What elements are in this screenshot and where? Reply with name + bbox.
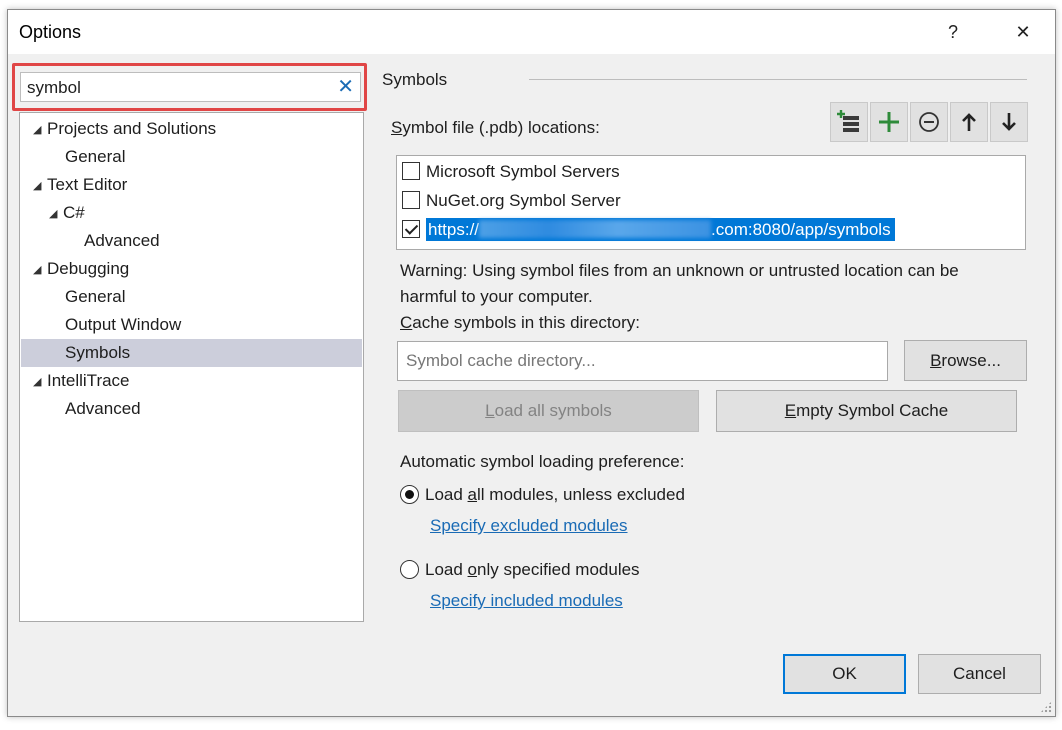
specify-included-link[interactable]: Specify included modules <box>430 591 623 611</box>
browse-button[interactable]: Browse... <box>904 340 1027 381</box>
auto-loading-label: Automatic symbol loading preference: <box>400 452 685 471</box>
tree-item-symbols[interactable]: Symbols <box>21 339 362 367</box>
add-symbol-server-button[interactable] <box>830 102 868 142</box>
search-input[interactable] <box>27 77 327 99</box>
search-box[interactable]: ✕ <box>20 72 361 102</box>
arrow-up-icon <box>962 113 976 131</box>
expand-triangle-icon[interactable]: ◢ <box>33 368 47 396</box>
add-server-icon <box>837 110 859 132</box>
expand-triangle-icon[interactable]: ◢ <box>49 200 63 228</box>
window-title: Options <box>19 22 82 42</box>
selected-location: https://.com:8080/app/symbols <box>426 218 895 241</box>
tree-item-debugging[interactable]: ◢ Debugging <box>21 255 362 283</box>
expand-triangle-icon[interactable]: ◢ <box>33 256 47 284</box>
tree-item-text-editor[interactable]: ◢ Text Editor <box>21 171 362 199</box>
tree-item-output-window[interactable]: Output Window <box>21 311 362 339</box>
tree-item-general[interactable]: General <box>21 143 362 171</box>
location-checkbox[interactable] <box>402 220 420 238</box>
tree-item-advanced[interactable]: Advanced <box>21 227 362 255</box>
plus-icon <box>879 112 899 132</box>
tree-item-projects-and-solutions[interactable]: ◢ Projects and Solutions <box>21 115 362 143</box>
radio-button[interactable] <box>400 560 419 579</box>
tree-item-intellitrace[interactable]: ◢ IntelliTrace <box>21 367 362 395</box>
cache-label: Cache symbols in this directory: <box>400 313 640 332</box>
options-tree: ◢ Projects and Solutions General ◢ Text Ed… <box>19 112 364 622</box>
section-divider <box>529 79 1027 80</box>
ok-button[interactable]: OK <box>783 654 906 694</box>
remove-location-button[interactable] <box>910 102 948 142</box>
specify-excluded-link[interactable]: Specify excluded modules <box>430 516 628 536</box>
redacted-hostname <box>479 220 712 238</box>
expand-triangle-icon[interactable]: ◢ <box>33 172 47 200</box>
radio-load-all[interactable]: Load all modules, unless excluded <box>400 484 685 506</box>
expand-triangle-icon[interactable]: ◢ <box>33 116 47 144</box>
close-button[interactable]: ✕ <box>1000 16 1046 48</box>
help-button[interactable]: ? <box>930 16 976 48</box>
pdb-locations-label: Symbol file (.pdb) locations: <box>391 118 600 137</box>
radio-button[interactable] <box>400 485 419 504</box>
clear-search-icon[interactable]: ✕ <box>337 75 354 99</box>
section-title: Symbols <box>382 70 448 89</box>
load-all-symbols-button[interactable]: Load all symbols <box>398 390 699 432</box>
location-checkbox[interactable] <box>402 191 420 209</box>
symbol-locations-list[interactable]: Microsoft Symbol Servers NuGet.org Symbo… <box>396 155 1026 250</box>
list-item[interactable]: NuGet.org Symbol Server <box>402 188 621 214</box>
tree-item-csharp[interactable]: ◢ C# <box>21 199 362 227</box>
minus-icon <box>919 112 939 132</box>
resize-grip-icon[interactable] <box>1040 701 1052 713</box>
move-down-button[interactable] <box>990 102 1028 142</box>
move-up-button[interactable] <box>950 102 988 142</box>
cancel-button[interactable]: Cancel <box>918 654 1041 694</box>
add-location-button[interactable] <box>870 102 908 142</box>
cache-directory-input[interactable] <box>397 341 888 381</box>
list-item[interactable]: Microsoft Symbol Servers <box>402 159 620 185</box>
radio-load-only[interactable]: Load only specified modules <box>400 559 640 581</box>
warning-text: Warning: Using symbol files from an unkn… <box>400 261 959 306</box>
empty-symbol-cache-button[interactable]: Empty Symbol Cache <box>716 390 1017 432</box>
tree-item-general[interactable]: General <box>21 283 362 311</box>
tree-item-advanced[interactable]: Advanced <box>21 395 362 423</box>
title-bar: Options ? ✕ <box>8 10 1055 54</box>
arrow-down-icon <box>1002 113 1016 131</box>
options-dialog: Options ? ✕ ✕ ◢Projects and Solutions Ge… <box>7 9 1056 717</box>
location-checkbox[interactable] <box>402 162 420 180</box>
list-item[interactable]: https://.com:8080/app/symbols <box>402 217 895 243</box>
